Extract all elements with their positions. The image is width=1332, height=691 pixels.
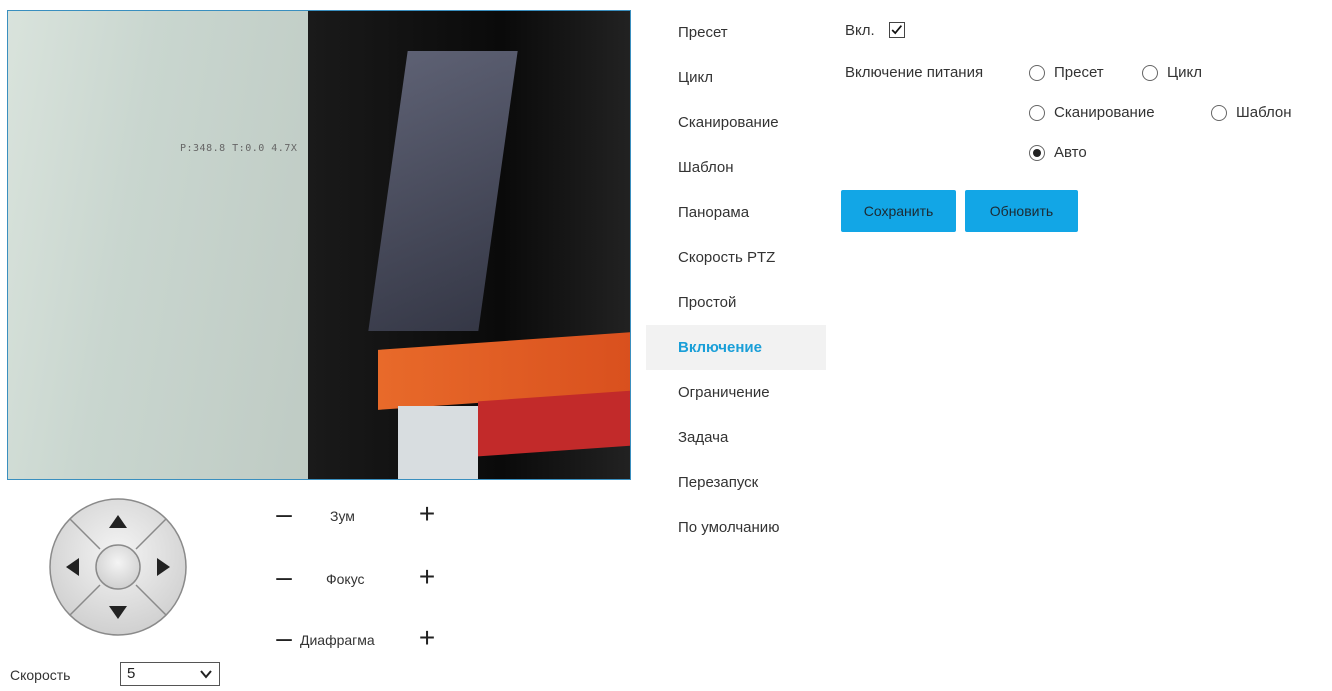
- menu-item[interactable]: Задача: [646, 415, 826, 460]
- radio-pattern-label: Шаблон: [1236, 104, 1292, 121]
- menu-item[interactable]: Включение: [646, 325, 826, 370]
- radio-preset-label: Пресет: [1054, 64, 1104, 81]
- zoom-out-button[interactable]: –: [272, 500, 296, 531]
- focus-control: – Фокус +: [272, 563, 442, 594]
- radio-scan[interactable]: [1029, 105, 1045, 121]
- menu-item[interactable]: Ограничение: [646, 370, 826, 415]
- save-button[interactable]: Сохранить: [841, 190, 956, 232]
- radio-scan-label: Сканирование: [1054, 104, 1155, 121]
- chevron-down-icon: [200, 670, 212, 679]
- power-on-label: Включение питания: [845, 64, 984, 81]
- focus-out-button[interactable]: –: [272, 563, 296, 594]
- ptz-center-button[interactable]: [95, 544, 141, 590]
- speed-value: 5: [127, 665, 136, 682]
- video-osd-text: P:348.8 T:0.0 4.7X: [180, 143, 298, 154]
- radio-auto-label: Авто: [1054, 144, 1087, 161]
- radio-preset[interactable]: [1029, 65, 1045, 81]
- radio-cycle[interactable]: [1142, 65, 1158, 81]
- menu-item[interactable]: Скорость PTZ: [646, 235, 826, 280]
- video-light-object: [398, 406, 478, 479]
- menu-item[interactable]: По умолчанию: [646, 505, 826, 550]
- zoom-in-button[interactable]: +: [415, 500, 439, 531]
- menu-item[interactable]: Цикл: [646, 55, 826, 100]
- zoom-control: – Зум +: [272, 500, 442, 531]
- video-wall-region: [8, 11, 308, 479]
- speed-select[interactable]: 5: [120, 662, 220, 686]
- radio-cycle-label: Цикл: [1167, 64, 1202, 81]
- menu-item[interactable]: Сканирование: [646, 100, 826, 145]
- iris-label: Диафрагма: [300, 632, 375, 648]
- iris-control: – Диафрагма +: [272, 624, 442, 655]
- zoom-label: Зум: [330, 508, 355, 524]
- enable-label: Вкл.: [845, 22, 875, 39]
- video-red-object: [478, 390, 630, 457]
- ptz-direction-pad[interactable]: [48, 497, 188, 637]
- iris-close-button[interactable]: –: [272, 624, 296, 655]
- checkmark-icon: [891, 25, 903, 35]
- menu-item[interactable]: Панорама: [646, 190, 826, 235]
- menu-item[interactable]: Шаблон: [646, 145, 826, 190]
- refresh-button[interactable]: Обновить: [965, 190, 1078, 232]
- speed-label: Скорость: [10, 667, 71, 683]
- enable-checkbox[interactable]: [889, 22, 905, 38]
- menu-item[interactable]: Простой: [646, 280, 826, 325]
- radio-pattern[interactable]: [1211, 105, 1227, 121]
- focus-in-button[interactable]: +: [415, 563, 439, 594]
- menu-item[interactable]: Пресет: [646, 10, 826, 55]
- radio-auto[interactable]: [1029, 145, 1045, 161]
- focus-label: Фокус: [326, 571, 365, 587]
- iris-open-button[interactable]: +: [415, 624, 439, 655]
- ptz-settings-menu: Пресет Цикл Сканирование Шаблон Панорама Скор…: [646, 10, 826, 550]
- video-preview[interactable]: P:348.8 T:0.0 4.7X: [7, 10, 631, 480]
- menu-item[interactable]: Перезапуск: [646, 460, 826, 505]
